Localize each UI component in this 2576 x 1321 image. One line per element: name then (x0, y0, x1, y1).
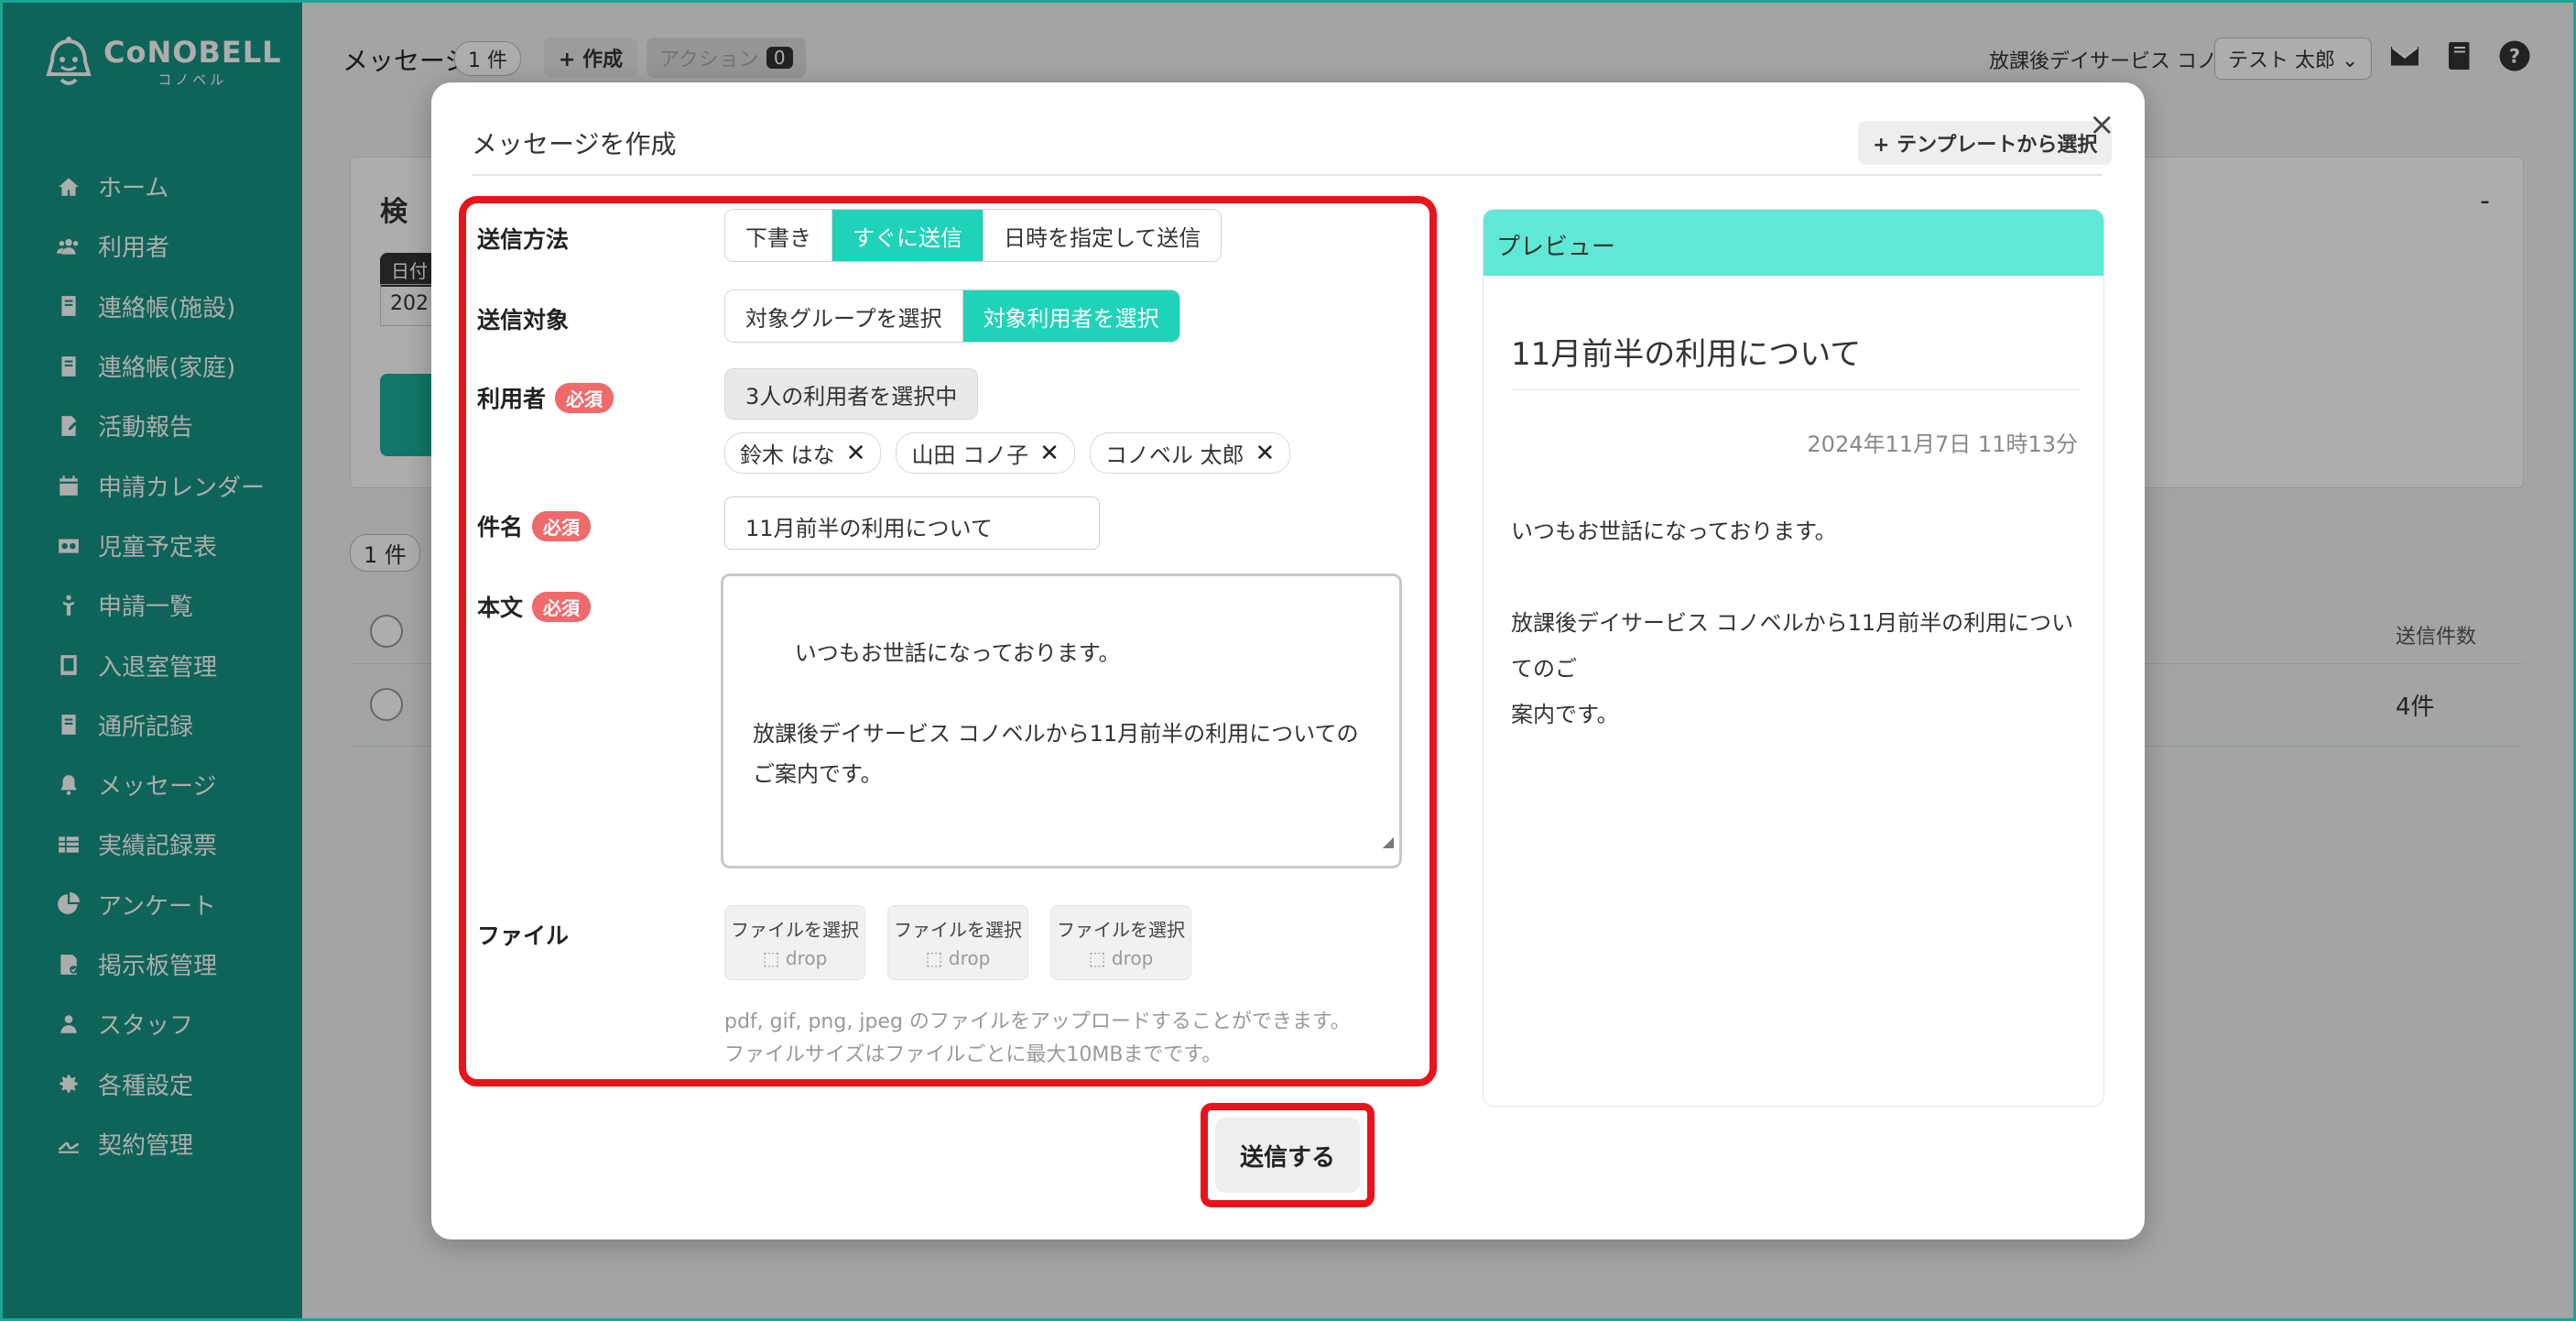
drop-label: drop (1111, 947, 1154, 969)
resize-handle-icon[interactable]: ◢ (1383, 822, 1394, 862)
users-label: 利用者 必須 (477, 381, 614, 414)
send-method-draft[interactable]: 下書き (725, 210, 832, 261)
users-label-text: 利用者 (477, 386, 547, 412)
compose-message-modal: メッセージを作成 + テンプレートから選択 × 送信方法 下書き すぐに送信 日… (431, 82, 2145, 1239)
file-select-label: ファイルを選択 (894, 919, 1022, 941)
body-text: いつもお世話になっております。 放課後デイサービス コノベルから11月前半の利用… (753, 640, 1359, 787)
body-label-text: 本文 (477, 595, 524, 621)
drop-label: drop (785, 947, 828, 969)
user-chip-label: コノベル 太郎 (1104, 442, 1245, 468)
target-group[interactable]: 対象グループを選択 (725, 290, 963, 342)
file-label-text: ファイル (477, 923, 570, 949)
form-highlight-box: 送信方法 下書き すぐに送信 日時を指定して送信 送信対象 対象グループを選択 … (459, 196, 1437, 1086)
target-users[interactable]: 対象利用者を選択 (962, 290, 1179, 342)
preview-body: いつもお世話になっております。 放課後デイサービス コノベルから11月前半の利用… (1511, 519, 2074, 727)
file-inputs: ファイルを選択 ⬚ drop ファイルを選択 ⬚ drop ファイルを選択 ⬚ … (724, 905, 1191, 980)
file-drop-hint: ⬚ drop (725, 947, 864, 969)
send-button[interactable]: 送信する (1215, 1118, 1360, 1193)
remove-user-icon[interactable]: ✕ (1255, 440, 1276, 467)
drop-label: drop (948, 947, 991, 969)
user-chip-label: 山田 コノ子 (911, 442, 1029, 468)
file-note-size: ファイルサイズはファイルごとに最大10MBまでです。 (724, 1043, 1223, 1066)
close-icon[interactable]: × (2089, 106, 2115, 143)
user-chip: 鈴木 はな ✕ (724, 432, 882, 474)
file-drop-hint: ⬚ drop (1051, 947, 1190, 969)
target-label-text: 送信対象 (477, 307, 570, 333)
body-label: 本文 必須 (477, 590, 592, 623)
user-chip-label: 鈴木 はな (740, 442, 835, 468)
required-badge: 必須 (532, 510, 592, 541)
send-method-scheduled[interactable]: 日時を指定して送信 (984, 210, 1222, 261)
template-select-button[interactable]: + テンプレートから選択 (1858, 121, 2113, 165)
modal-title: メッセージを作成 (472, 129, 677, 159)
file-select-button[interactable]: ファイルを選択 ⬚ drop (1050, 905, 1191, 980)
subject-input[interactable]: 11月前半の利用について (724, 497, 1100, 550)
remove-user-icon[interactable]: ✕ (1039, 440, 1060, 467)
target-segmented: 対象グループを選択 対象利用者を選択 (724, 289, 1180, 343)
selected-users: 鈴木 はな ✕ 山田 コノ子 ✕ コノベル 太郎 ✕ (724, 432, 1291, 474)
file-label: ファイル (477, 918, 569, 951)
file-drop-hint: ⬚ drop (888, 947, 1027, 969)
subject-label-text: 件名 (477, 514, 524, 540)
subject-label: 件名 必須 (477, 509, 592, 542)
remove-user-icon[interactable]: ✕ (846, 440, 866, 467)
send-method-segmented: 下書き すぐに送信 日時を指定して送信 (724, 209, 1223, 262)
preview-title: 11月前半の利用について (1511, 336, 1862, 373)
divider (472, 174, 2103, 176)
file-select-button[interactable]: ファイルを選択 ⬚ drop (887, 905, 1028, 980)
body-textarea[interactable]: いつもお世話になっております。 放課後デイサービス コノベルから11月前半の利用… (721, 573, 1402, 868)
file-note: pdf, gif, png, jpeg のファイルをアップロードすることができま… (724, 1006, 1351, 1072)
file-select-label: ファイルを選択 (731, 919, 859, 941)
user-chip: コノベル 太郎 ✕ (1089, 432, 1291, 474)
preview-header: プレビュー (1484, 210, 2103, 276)
file-note-types: pdf, gif, png, jpeg のファイルをアップロードすることができま… (724, 1010, 1351, 1033)
user-chip: 山田 コノ子 ✕ (896, 432, 1075, 474)
file-select-label: ファイルを選択 (1057, 919, 1185, 941)
users-select-button[interactable]: 3人の利用者を選択中 (724, 368, 979, 420)
send-method-label: 送信方法 (477, 222, 569, 255)
required-badge: 必須 (532, 591, 592, 622)
send-method-label-text: 送信方法 (477, 226, 570, 253)
target-label: 送信対象 (477, 302, 569, 335)
file-select-button[interactable]: ファイルを選択 ⬚ drop (724, 905, 865, 980)
divider (1511, 389, 2079, 390)
drop-icon: ⬚ (925, 947, 949, 969)
preview-date: 2024年11月7日 11時13分 (1807, 431, 2078, 457)
drop-icon: ⬚ (1088, 947, 1112, 969)
preview-panel: プレビュー 11月前半の利用について 2024年11月7日 11時13分 いつも… (1483, 209, 2104, 1107)
send-method-now[interactable]: すぐに送信 (832, 210, 984, 261)
drop-icon: ⬚ (762, 947, 786, 969)
required-badge: 必須 (555, 382, 614, 413)
